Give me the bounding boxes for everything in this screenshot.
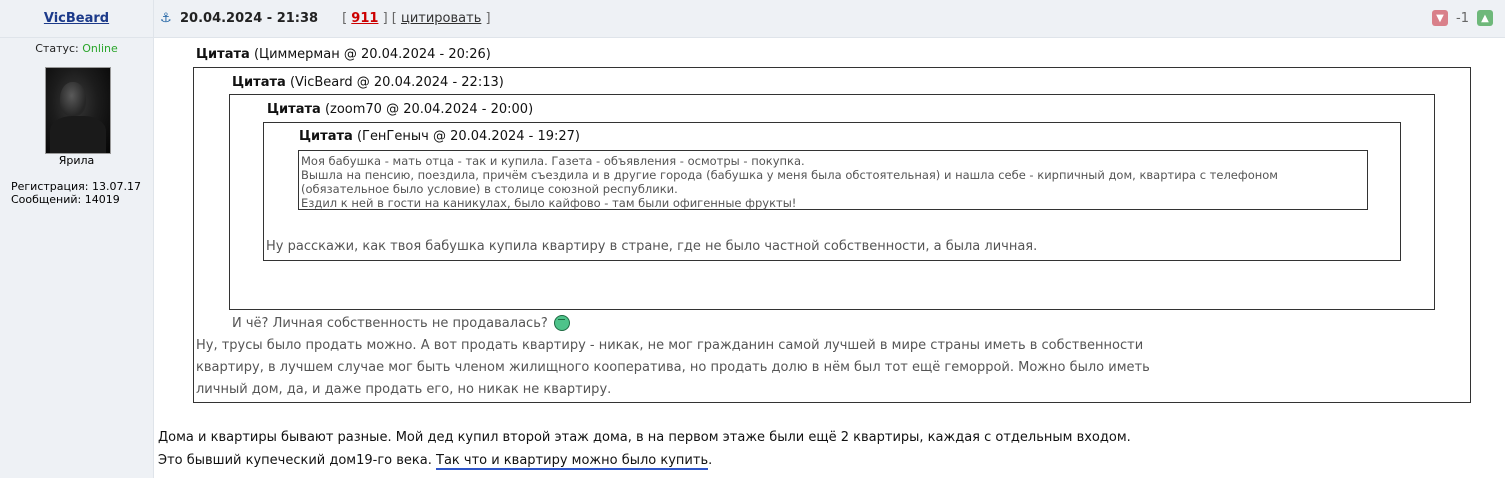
post-body-end: . — [708, 453, 713, 468]
quote-label: Цитата — [232, 75, 286, 90]
quote-block-4: Моя бабушка - мать отца - так и купила. … — [298, 150, 1368, 210]
quote-line: Вышла на пенсию, поездила, причём съезди… — [301, 168, 1278, 182]
quote-text-2: И чё? Личная собственность не продавалас… — [232, 315, 570, 331]
post-body-link[interactable]: Так что и квартиру можно было купить — [436, 453, 709, 470]
post-links: [ 911 ] [ цитировать ] — [342, 11, 491, 26]
smile-icon — [553, 315, 570, 331]
quote-label: Цитата — [196, 47, 250, 62]
post-content: Цитата (Циммерман @ 20.04.2024 - 20:26) … — [154, 38, 1505, 478]
quote-block-2: Цитата (zoom70 @ 20.04.2024 - 20:00) Цит… — [229, 94, 1435, 331]
avatar[interactable] — [45, 67, 111, 154]
quote-text-1: Ну, трусы было продать можно. А вот прод… — [196, 338, 1150, 397]
rating-value: -1 — [1456, 10, 1469, 26]
quote-header-2: Цитата (VicBeard @ 20.04.2024 - 22:13) — [232, 75, 504, 90]
status-label: Статус: — [35, 42, 79, 55]
anchor-icon[interactable]: ⚓ — [160, 11, 174, 26]
thumbs-up-icon[interactable]: ▲ — [1477, 10, 1493, 26]
quote-block-3: Цитата (ГенГеныч @ 20.04.2024 - 19:27) М… — [263, 122, 1401, 261]
quote-text-3: Ну расскажи, как твоя бабушка купила ква… — [266, 239, 1038, 254]
registration-date: Регистрация: 13.07.17 — [11, 180, 141, 193]
status-value: Online — [82, 42, 118, 55]
author-sidebar: VicBeard Статус: Online Ярила Регистраци… — [0, 0, 154, 478]
quote-link[interactable]: цитировать — [401, 11, 481, 26]
post-body: Дома и квартиры бывают разные. Мой дед к… — [158, 426, 1158, 472]
author-header: VicBeard — [0, 0, 153, 38]
author-rank: Ярила — [58, 154, 95, 167]
quote-source: (Циммерман @ 20.04.2024 - 20:26) — [253, 47, 491, 62]
post-rating: ▼ -1 ▲ — [1432, 10, 1493, 26]
quote-header-4: Цитата (ГенГеныч @ 20.04.2024 - 19:27) — [299, 129, 580, 144]
post-number-link[interactable]: 911 — [351, 11, 378, 26]
quote-label: Цитата — [267, 102, 321, 117]
quote-text: И чё? Личная собственность не продавалас… — [232, 315, 548, 331]
quote-source: (zoom70 @ 20.04.2024 - 20:00) — [324, 102, 534, 117]
quote-line: Моя бабушка - мать отца - так и купила. … — [301, 154, 805, 168]
post-header: ⚓ 20.04.2024 - 21:38 [ 911 ] [ цитироват… — [154, 0, 1505, 38]
author-username[interactable]: VicBeard — [44, 11, 109, 26]
quote-label: Цитата — [299, 129, 353, 144]
quote-line: Ездил к ней в гости на каникулах, было к… — [301, 196, 797, 210]
thumbs-down-icon[interactable]: ▼ — [1432, 10, 1449, 26]
author-status: Статус: Online — [0, 42, 153, 55]
author-meta: Регистрация: 13.07.17 Сообщений: 14019 — [11, 180, 141, 206]
quote-block-1: Цитата (VicBeard @ 20.04.2024 - 22:13) Ц… — [193, 67, 1471, 403]
quote-header-1: Цитата (Циммерман @ 20.04.2024 - 20:26) — [196, 47, 491, 62]
message-count: Сообщений: 14019 — [11, 193, 120, 206]
quote-source: (VicBeard @ 20.04.2024 - 22:13) — [289, 75, 504, 90]
quote-header-3: Цитата (zoom70 @ 20.04.2024 - 20:00) — [267, 102, 533, 117]
quote-line: (обязательное было условие) в столице со… — [301, 182, 678, 196]
post-date: 20.04.2024 - 21:38 — [180, 11, 319, 26]
quote-source: (ГенГеныч @ 20.04.2024 - 19:27) — [356, 129, 580, 144]
